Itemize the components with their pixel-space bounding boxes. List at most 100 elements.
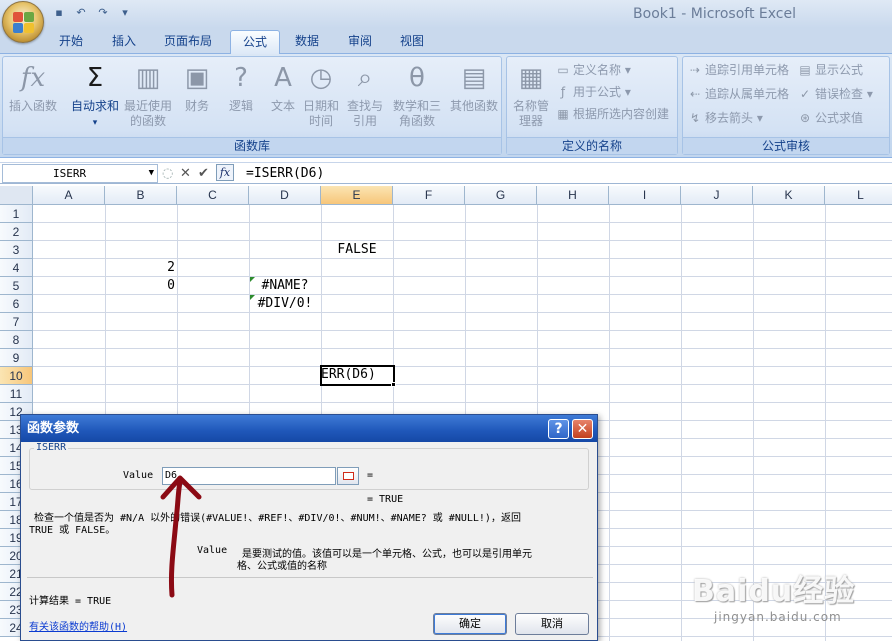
enter-icon[interactable]: ✔ [198,164,209,183]
fill-handle[interactable] [391,382,396,387]
book-financial-icon: ▣ [184,63,210,93]
row-header[interactable]: 8 [0,331,33,349]
row-header[interactable]: 11 [0,385,33,403]
book-theta-icon: θ [409,63,425,93]
arg-label: Value [123,470,154,481]
recent-functions-button[interactable]: ▥ 最近使用的函数 [121,61,175,129]
tab-page-layout[interactable]: 页面布局 [152,30,224,54]
error-checking-button[interactable]: ✓ 错误检查 ▾ [797,85,873,103]
result-line: = TRUE [367,494,404,505]
row-header[interactable]: 3 [0,241,33,259]
gridline [33,384,892,385]
column-header[interactable]: I [609,186,681,205]
text-button[interactable]: A 文本 [263,61,303,114]
financial-button[interactable]: ▣ 财务 [177,61,217,114]
tab-formulas[interactable]: 公式 [230,30,281,54]
cell-b4[interactable]: 2 [105,259,175,277]
divider [27,577,593,578]
error-check-icon: ✓ [799,87,811,101]
fx-small-icon: ƒ [560,85,566,99]
sigma-icon: Σ [86,63,104,93]
cell-b5[interactable]: 0 [105,277,175,295]
tab-review[interactable]: 审阅 [336,30,384,54]
ok-button[interactable]: 确定 [433,613,507,635]
close-icon[interactable]: ✕ [572,419,593,439]
row-header[interactable]: 7 [0,313,33,331]
gridline [609,205,610,641]
cell-e3[interactable]: FALSE [321,241,393,259]
select-all-corner[interactable] [0,186,33,205]
title-bar: ▪ ↶ ↷ ▾ Book1 - Microsoft Excel [0,0,892,28]
column-header[interactable]: A [33,186,105,205]
row-header[interactable]: 4 [0,259,33,277]
function-help-link[interactable]: 有关该函数的帮助(H) [29,618,127,633]
row-header[interactable]: 1 [0,205,33,223]
column-header[interactable]: K [753,186,825,205]
cell-e10-editing[interactable]: ERR(D6) [321,366,393,384]
param-description-2: 格、公式或值的名称 [237,561,327,572]
chevron-down-icon[interactable]: ▼ [149,165,154,182]
create-from-selection-button[interactable]: ▦ 根据所选内容创建 [555,105,669,123]
value-input[interactable]: D6 [162,467,336,485]
office-button[interactable] [2,1,44,43]
row-header-selected[interactable]: 10 [0,367,33,385]
column-header[interactable]: H [537,186,609,205]
name-box[interactable]: ISERR ▼ [2,164,158,183]
calc-result: 计算结果 = TRUE [29,596,112,607]
use-in-formula-button[interactable]: ƒ 用于公式 ▾ [555,83,631,101]
undo-icon[interactable]: ↶ [72,5,90,21]
group-label-defined-names: 定义的名称 [507,137,677,154]
show-formulas-button[interactable]: ▤ 显示公式 [797,61,863,79]
expand-icon: ◌ [162,166,174,181]
tab-view[interactable]: 视图 [388,30,436,54]
trace-dependents-button[interactable]: ⇠ 追踪从属单元格 [687,85,789,103]
trace-precedents-button[interactable]: ⇢ 追踪引用单元格 [687,61,789,79]
trace-dependents-icon: ⇠ [689,87,701,101]
column-header[interactable]: L [825,186,892,205]
tab-data[interactable]: 数据 [283,30,331,54]
column-header[interactable]: F [393,186,465,205]
column-header[interactable]: J [681,186,753,205]
group-label-formula-auditing: 公式审核 [683,137,889,154]
trace-precedents-icon: ⇢ [689,63,701,77]
redo-icon[interactable]: ↷ [94,5,112,21]
insert-function-fx-icon[interactable]: fx [216,164,234,181]
row-header[interactable]: 9 [0,349,33,367]
evaluate-formula-button[interactable]: ⊛ 公式求值 [797,109,863,127]
row-header[interactable]: 2 [0,223,33,241]
book-search-icon: ⌕ [357,63,373,93]
cell-d5[interactable]: #NAME? [249,277,321,295]
column-header[interactable]: G [465,186,537,205]
column-header[interactable]: B [105,186,177,205]
column-header[interactable]: C [177,186,249,205]
formula-input[interactable]: =ISERR(D6) [246,163,324,184]
cancel-button[interactable]: 取消 [515,613,589,635]
cell-d6[interactable]: #DIV/0! [249,295,321,313]
cancel-icon[interactable]: ✕ [180,164,191,183]
row-header[interactable]: 5 [0,277,33,295]
lookup-button[interactable]: ⌕ 查找与引用 [343,61,387,129]
column-header[interactable]: D [249,186,321,205]
save-icon[interactable]: ▪ [50,5,68,21]
datetime-button[interactable]: ◷ 日期和时间 [299,61,343,129]
book-star-icon: ▥ [135,63,161,93]
autosum-button[interactable]: Σ 自动求和 ▾ [67,61,123,131]
insert-function-button[interactable]: fx 插入函数 [7,61,59,114]
help-icon[interactable]: ? [548,419,569,439]
book-clock-icon: ◷ [309,63,333,93]
other-functions-button[interactable]: ▤ 其他函数 [447,61,501,114]
name-manager-icon: ▦ [518,63,544,93]
group-formula-auditing: ⇢ 追踪引用单元格 ⇠ 追踪从属单元格 ↯ 移去箭头 ▾ ▤ 显示公式 ✓ 错误检查 ▾ … [682,56,890,155]
logical-button[interactable]: ? 逻辑 [221,61,261,114]
column-header-selected[interactable]: E [321,186,393,205]
tab-home[interactable]: 开始 [47,30,95,54]
collapse-dialog-icon[interactable] [337,467,359,485]
name-manager-button[interactable]: ▦ 名称管理器 [511,61,551,129]
remove-arrows-button[interactable]: ↯ 移去箭头 ▾ [687,109,763,127]
math-button[interactable]: θ 数学和三角函数 [391,61,443,129]
show-formulas-icon: ▤ [799,63,811,77]
row-header[interactable]: 6 [0,295,33,313]
tab-insert[interactable]: 插入 [100,30,148,54]
customize-icon[interactable]: ▾ [116,5,134,21]
define-name-button[interactable]: ▭ 定义名称 ▾ [555,61,631,79]
